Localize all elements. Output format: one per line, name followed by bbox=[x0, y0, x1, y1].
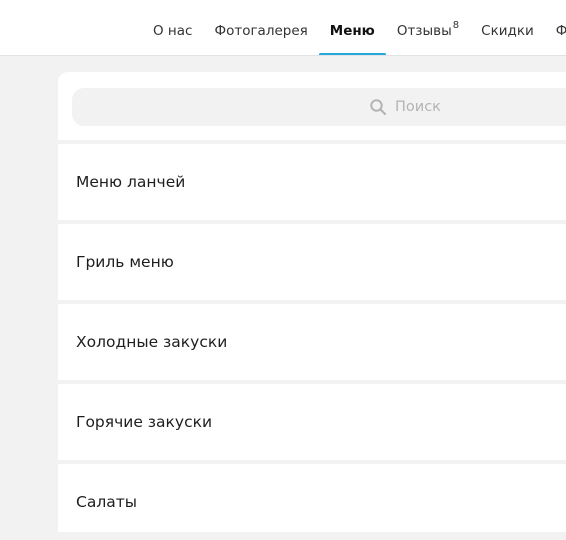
search-placeholder-group: Поиск bbox=[369, 88, 441, 126]
menu-item-label: Холодные закуски bbox=[76, 333, 228, 351]
menu-item-label: Горячие закуски bbox=[76, 413, 213, 431]
menu-item-cold-appetizers[interactable]: Холодные закуски bbox=[58, 304, 566, 380]
tab-about[interactable]: О нас bbox=[142, 0, 203, 55]
tab-photo-gallery[interactable]: Фотогалерея bbox=[203, 0, 318, 55]
tab-reviews[interactable]: Отзывы8 bbox=[386, 0, 470, 55]
nav-tabs: О нас Фотогалерея Меню Отзывы8 Скидки Фо… bbox=[142, 0, 566, 55]
tab-reviews-label: Отзывы bbox=[396, 23, 452, 39]
search-icon bbox=[370, 99, 387, 116]
menu-item-label: Меню ланчей bbox=[76, 173, 186, 191]
tab-discounts[interactable]: Скидки bbox=[470, 0, 545, 55]
tab-about-label: О нас bbox=[153, 23, 193, 39]
menu-item-salads[interactable]: Салаты bbox=[58, 464, 566, 540]
tab-menu[interactable]: Меню bbox=[318, 0, 386, 55]
menu-item-lunch[interactable]: Меню ланчей bbox=[58, 144, 566, 220]
top-navigation-bar: О нас Фотогалерея Меню Отзывы8 Скидки Фо… bbox=[0, 0, 566, 56]
menu-item-hot-appetizers[interactable]: Горячие закуски bbox=[58, 384, 566, 460]
menu-item-label: Салаты bbox=[76, 493, 137, 511]
tab-photos-label: Фото bbox=[556, 23, 566, 39]
menu-panel: Поиск Меню ланчей Гриль меню Холодные за… bbox=[58, 72, 566, 532]
reviews-count-badge: 8 bbox=[452, 20, 460, 31]
search-placeholder: Поиск bbox=[395, 99, 441, 115]
menu-item-label: Гриль меню bbox=[76, 253, 174, 271]
tab-menu-label: Меню bbox=[329, 23, 375, 39]
tab-photos[interactable]: Фото bbox=[545, 0, 566, 55]
search-input[interactable]: Поиск bbox=[72, 88, 566, 126]
tab-photo-gallery-label: Фотогалерея bbox=[214, 23, 308, 39]
menu-item-grill[interactable]: Гриль меню bbox=[58, 224, 566, 300]
tab-discounts-label: Скидки bbox=[481, 23, 534, 39]
